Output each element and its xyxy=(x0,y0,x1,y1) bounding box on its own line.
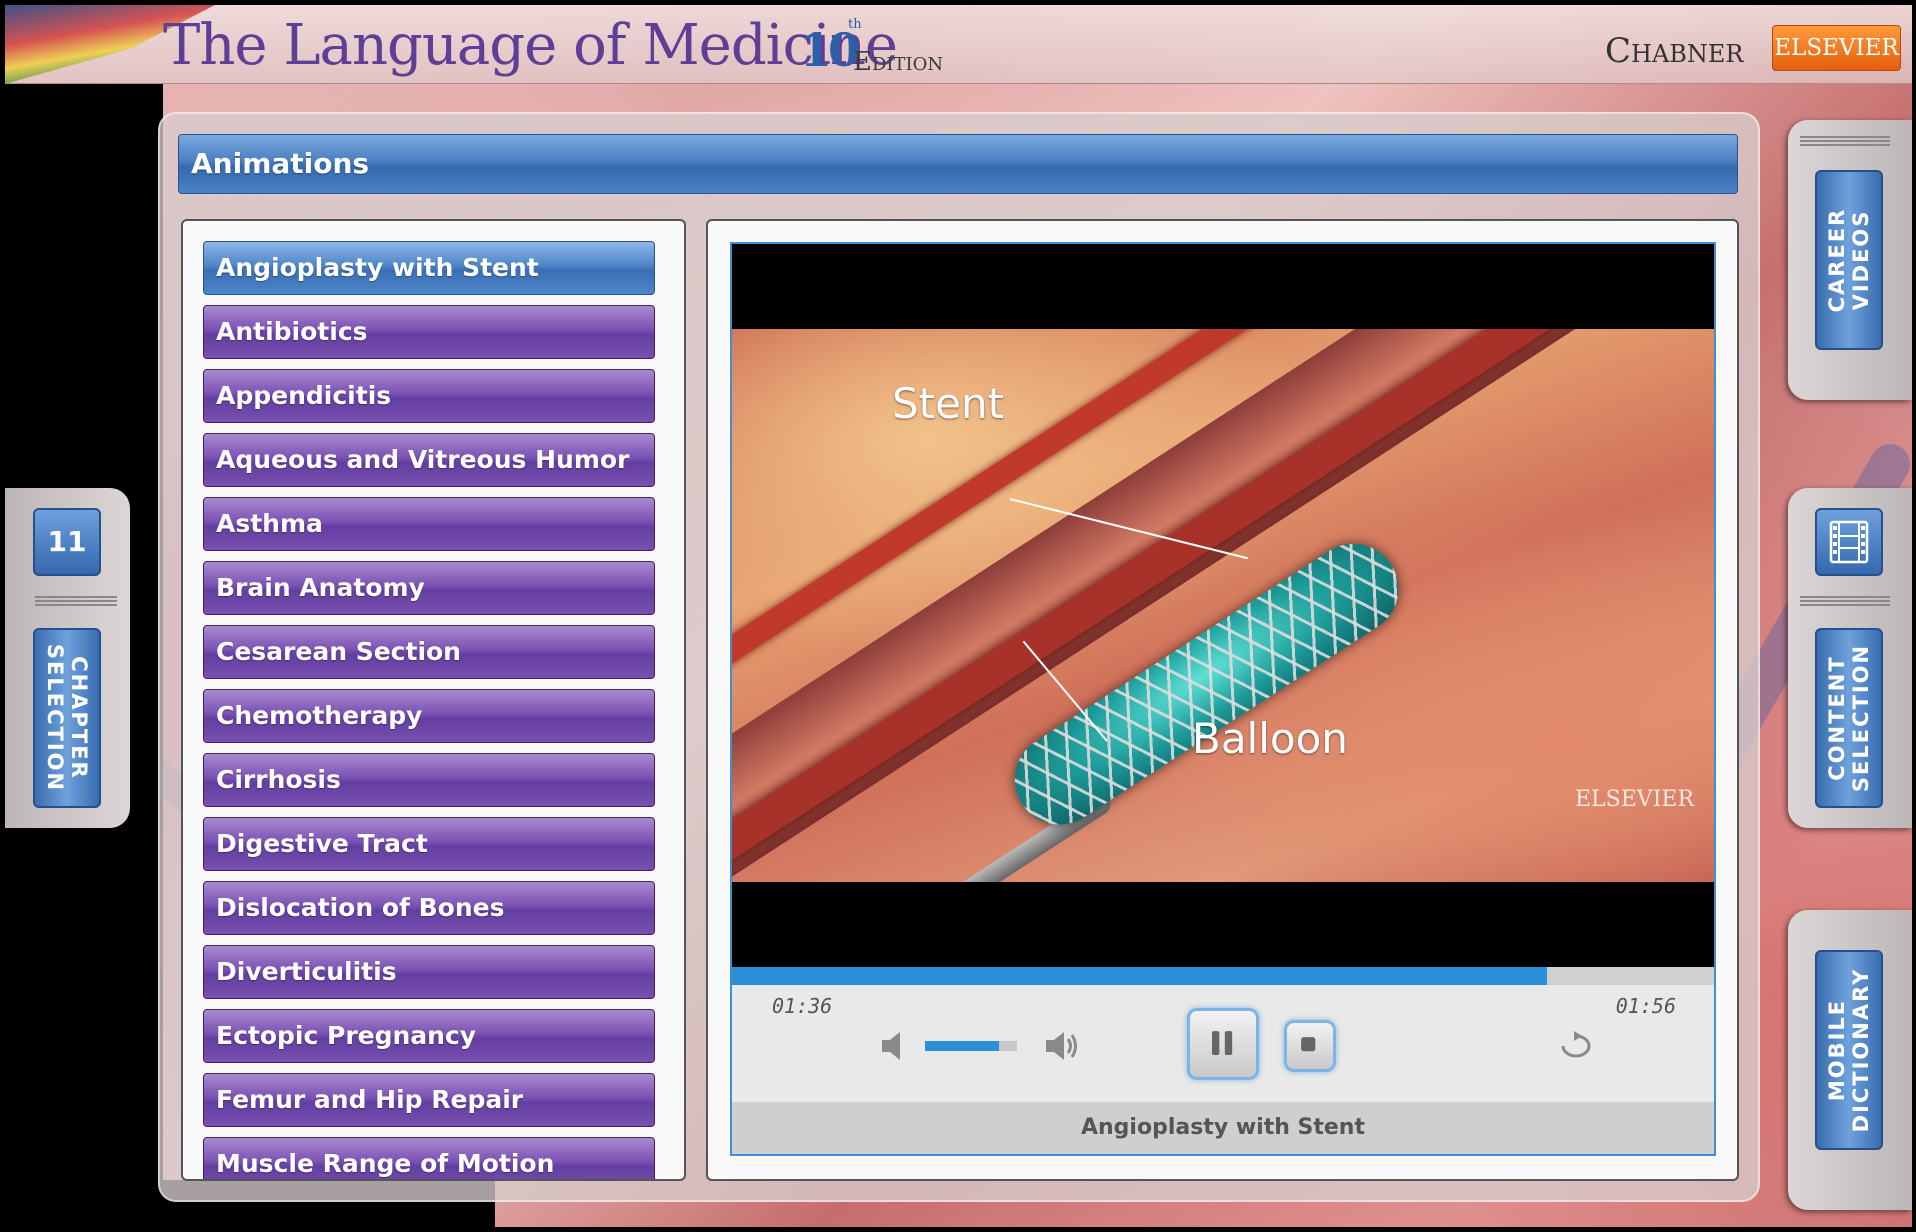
volume-up-icon[interactable] xyxy=(1042,1029,1082,1063)
time-total: 01:56 xyxy=(1615,994,1676,1018)
career-videos-label: CAREER VIDEOS xyxy=(1825,207,1873,313)
volume-slider[interactable] xyxy=(925,1041,1017,1051)
animation-list-item[interactable]: Digestive Tract xyxy=(203,817,655,871)
animation-list-item[interactable]: Antibiotics xyxy=(203,305,655,359)
grip-handle xyxy=(1800,136,1890,146)
animation-list-item[interactable]: Chemotherapy xyxy=(203,689,655,743)
animation-list-item[interactable]: Cirrhosis xyxy=(203,753,655,807)
animation-list-item[interactable]: Femur and Hip Repair xyxy=(203,1073,655,1127)
video-player: Stent Balloon ELSEVIER 01:36 01:56 Angio… xyxy=(730,242,1716,1156)
video-frame: Stent Balloon ELSEVIER xyxy=(732,329,1714,882)
animation-list-item[interactable]: Cesarean Section xyxy=(203,625,655,679)
animation-list-item[interactable]: Brain Anatomy xyxy=(203,561,655,615)
animation-list-item[interactable]: Asthma xyxy=(203,497,655,551)
animation-list-item[interactable]: Ectopic Pregnancy xyxy=(203,1009,655,1063)
chapter-selection-label: CHAPTER SELECTION xyxy=(43,643,91,793)
loop-icon xyxy=(1561,1031,1591,1058)
animation-list-item[interactable]: Muscle Range of Motion xyxy=(203,1137,655,1179)
panel-title: Animations xyxy=(191,147,370,180)
video-caption: Angioplasty with Stent xyxy=(1080,1115,1365,1140)
animation-list-item[interactable]: Angioplasty with Stent xyxy=(203,241,655,295)
stop-icon xyxy=(1301,1037,1316,1052)
volume-fill xyxy=(925,1041,999,1051)
pause-button[interactable] xyxy=(1187,1008,1259,1080)
chapter-selection-button[interactable]: CHAPTER SELECTION xyxy=(33,628,101,808)
panel-header: Animations xyxy=(178,134,1738,194)
mobile-dictionary-label: MOBILE DICTIONARY xyxy=(1825,967,1873,1133)
chapter-number-badge[interactable]: 11 xyxy=(33,508,101,576)
progress-bar[interactable] xyxy=(732,967,1714,985)
animation-list-item[interactable]: Diverticulitis xyxy=(203,945,655,999)
animation-list-item[interactable]: Aqueous and Vitreous Humor xyxy=(203,433,655,487)
stop-button[interactable] xyxy=(1284,1020,1336,1072)
app-header: The Language of Medicine 10 th Edition C… xyxy=(5,5,1912,84)
publisher-logo[interactable]: ELSEVIER xyxy=(1772,25,1901,71)
edition-suffix: th xyxy=(848,17,862,32)
speaker-low-icon xyxy=(882,1032,900,1060)
animations-button[interactable] xyxy=(1815,508,1883,576)
video-area[interactable]: Stent Balloon ELSEVIER xyxy=(732,244,1714,967)
animation-list-items: Angioplasty with Stent Antibiotics Appendi… xyxy=(203,241,655,1179)
content-selection-label: CONTENT SELECTION xyxy=(1825,643,1873,793)
caption-bar: Angioplasty with Stent xyxy=(732,1102,1714,1154)
career-videos-button[interactable]: CAREER VIDEOS xyxy=(1815,170,1883,350)
video-watermark: ELSEVIER xyxy=(1575,787,1695,812)
artery-lumen xyxy=(732,329,1714,882)
pause-icon xyxy=(1212,1031,1233,1055)
film-icon xyxy=(1829,520,1869,564)
artery-wall xyxy=(732,329,1714,881)
loop-button[interactable] xyxy=(1555,1029,1597,1063)
author-name: Chabner xyxy=(1605,31,1744,71)
animation-list-item[interactable]: Dislocation of Bones xyxy=(203,881,655,935)
content-selection-button[interactable]: CONTENT SELECTION xyxy=(1815,628,1883,808)
grip-handle xyxy=(1800,596,1890,606)
grip-handle xyxy=(35,596,117,606)
animation-list-item[interactable]: Appendicitis xyxy=(203,369,655,423)
balloon-label: Balloon xyxy=(1192,714,1348,763)
mobile-dictionary-button[interactable]: MOBILE DICTIONARY xyxy=(1815,950,1883,1150)
animation-list[interactable]: Angioplasty with Stent Antibiotics Appendi… xyxy=(181,219,686,1181)
edition-label: Edition xyxy=(853,47,944,77)
time-elapsed: 01:36 xyxy=(772,994,833,1018)
speaker-high-icon xyxy=(1046,1032,1077,1060)
stent-label: Stent xyxy=(892,379,1005,428)
app-title: The Language of Medicine xyxy=(163,13,898,78)
volume-down-icon[interactable] xyxy=(878,1029,908,1063)
progress-fill xyxy=(732,967,1548,985)
